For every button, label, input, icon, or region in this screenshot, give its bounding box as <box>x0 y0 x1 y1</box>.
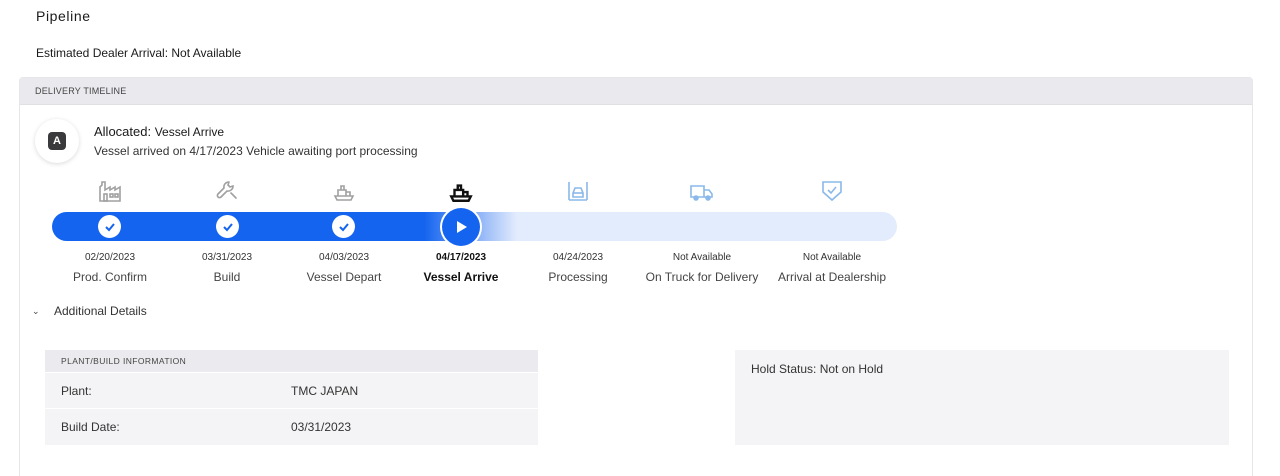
plant-value: TMC JAPAN <box>291 383 359 398</box>
factory-icon <box>96 178 124 206</box>
step-dot-vessel-arrive <box>442 208 480 246</box>
step-label: Vessel Depart <box>306 270 382 284</box>
step-date: Not Available <box>802 252 862 263</box>
plant-row: Plant: TMC JAPAN <box>45 372 538 408</box>
step-date: 04/03/2023 <box>318 252 370 263</box>
step-label: Arrival at Dealership <box>777 270 887 284</box>
ship-icon <box>330 177 358 205</box>
step-date: 03/31/2023 <box>201 252 253 263</box>
delivery-timeline-header: DELIVERY TIMELINE <box>20 78 1252 105</box>
step-date: 02/20/2023 <box>84 252 136 263</box>
step-dot-build <box>216 215 239 238</box>
status-badge-circle: A <box>35 119 79 163</box>
step-date: 04/24/2023 <box>552 252 604 263</box>
plant-key: Plant: <box>61 383 92 398</box>
step-date: Not Available <box>672 252 732 263</box>
estimated-dealer-arrival: Estimated Dealer Arrival: Not Available <box>36 46 242 60</box>
play-icon <box>457 221 467 233</box>
status-badge: A <box>48 132 66 150</box>
page-title: Pipeline <box>36 8 91 24</box>
check-icon <box>222 222 233 231</box>
check-icon <box>104 222 115 231</box>
build-date-key: Build Date: <box>61 419 120 434</box>
status-title-sub: Vessel Arrive <box>154 125 225 139</box>
additional-details-label: Additional Details <box>54 304 147 318</box>
step-dot-prod-confirm <box>98 215 121 238</box>
step-label: Processing <box>548 270 608 284</box>
step-date: 04/17/2023 <box>435 252 487 263</box>
ship-icon-current <box>447 177 475 205</box>
hold-status-text: Hold Status: Not on Hold <box>751 362 884 376</box>
wrench-icon <box>213 177 241 205</box>
status-title: Allocated: Vessel Arrive <box>94 124 224 139</box>
step-label: Build <box>213 270 241 284</box>
additional-details-toggle[interactable]: ⌄ Additional Details <box>32 304 147 318</box>
plant-build-header: PLANT/BUILD INFORMATION <box>45 350 538 372</box>
build-date-value: 03/31/2023 <box>291 419 352 434</box>
shield-check-icon <box>818 177 846 205</box>
status-title-label: Allocated: <box>94 124 152 139</box>
step-label: Vessel Arrive <box>423 270 499 284</box>
truck-icon <box>688 178 716 206</box>
step-dot-vessel-depart <box>332 215 355 238</box>
car-inspection-icon <box>564 177 592 205</box>
hold-status-box: Hold Status: Not on Hold <box>735 350 1229 445</box>
step-label: Prod. Confirm <box>72 270 148 284</box>
build-date-row: Build Date: 03/31/2023 <box>45 408 538 444</box>
check-icon <box>338 222 349 231</box>
plant-build-information: PLANT/BUILD INFORMATION Plant: TMC JAPAN… <box>45 350 538 445</box>
status-description: Vessel arrived on 4/17/2023 Vehicle awai… <box>94 144 418 158</box>
chevron-down-icon: ⌄ <box>32 305 40 316</box>
step-label: On Truck for Delivery <box>645 270 759 284</box>
delivery-timeline-card: DELIVERY TIMELINE A Allocated: Vessel Ar… <box>19 77 1253 476</box>
